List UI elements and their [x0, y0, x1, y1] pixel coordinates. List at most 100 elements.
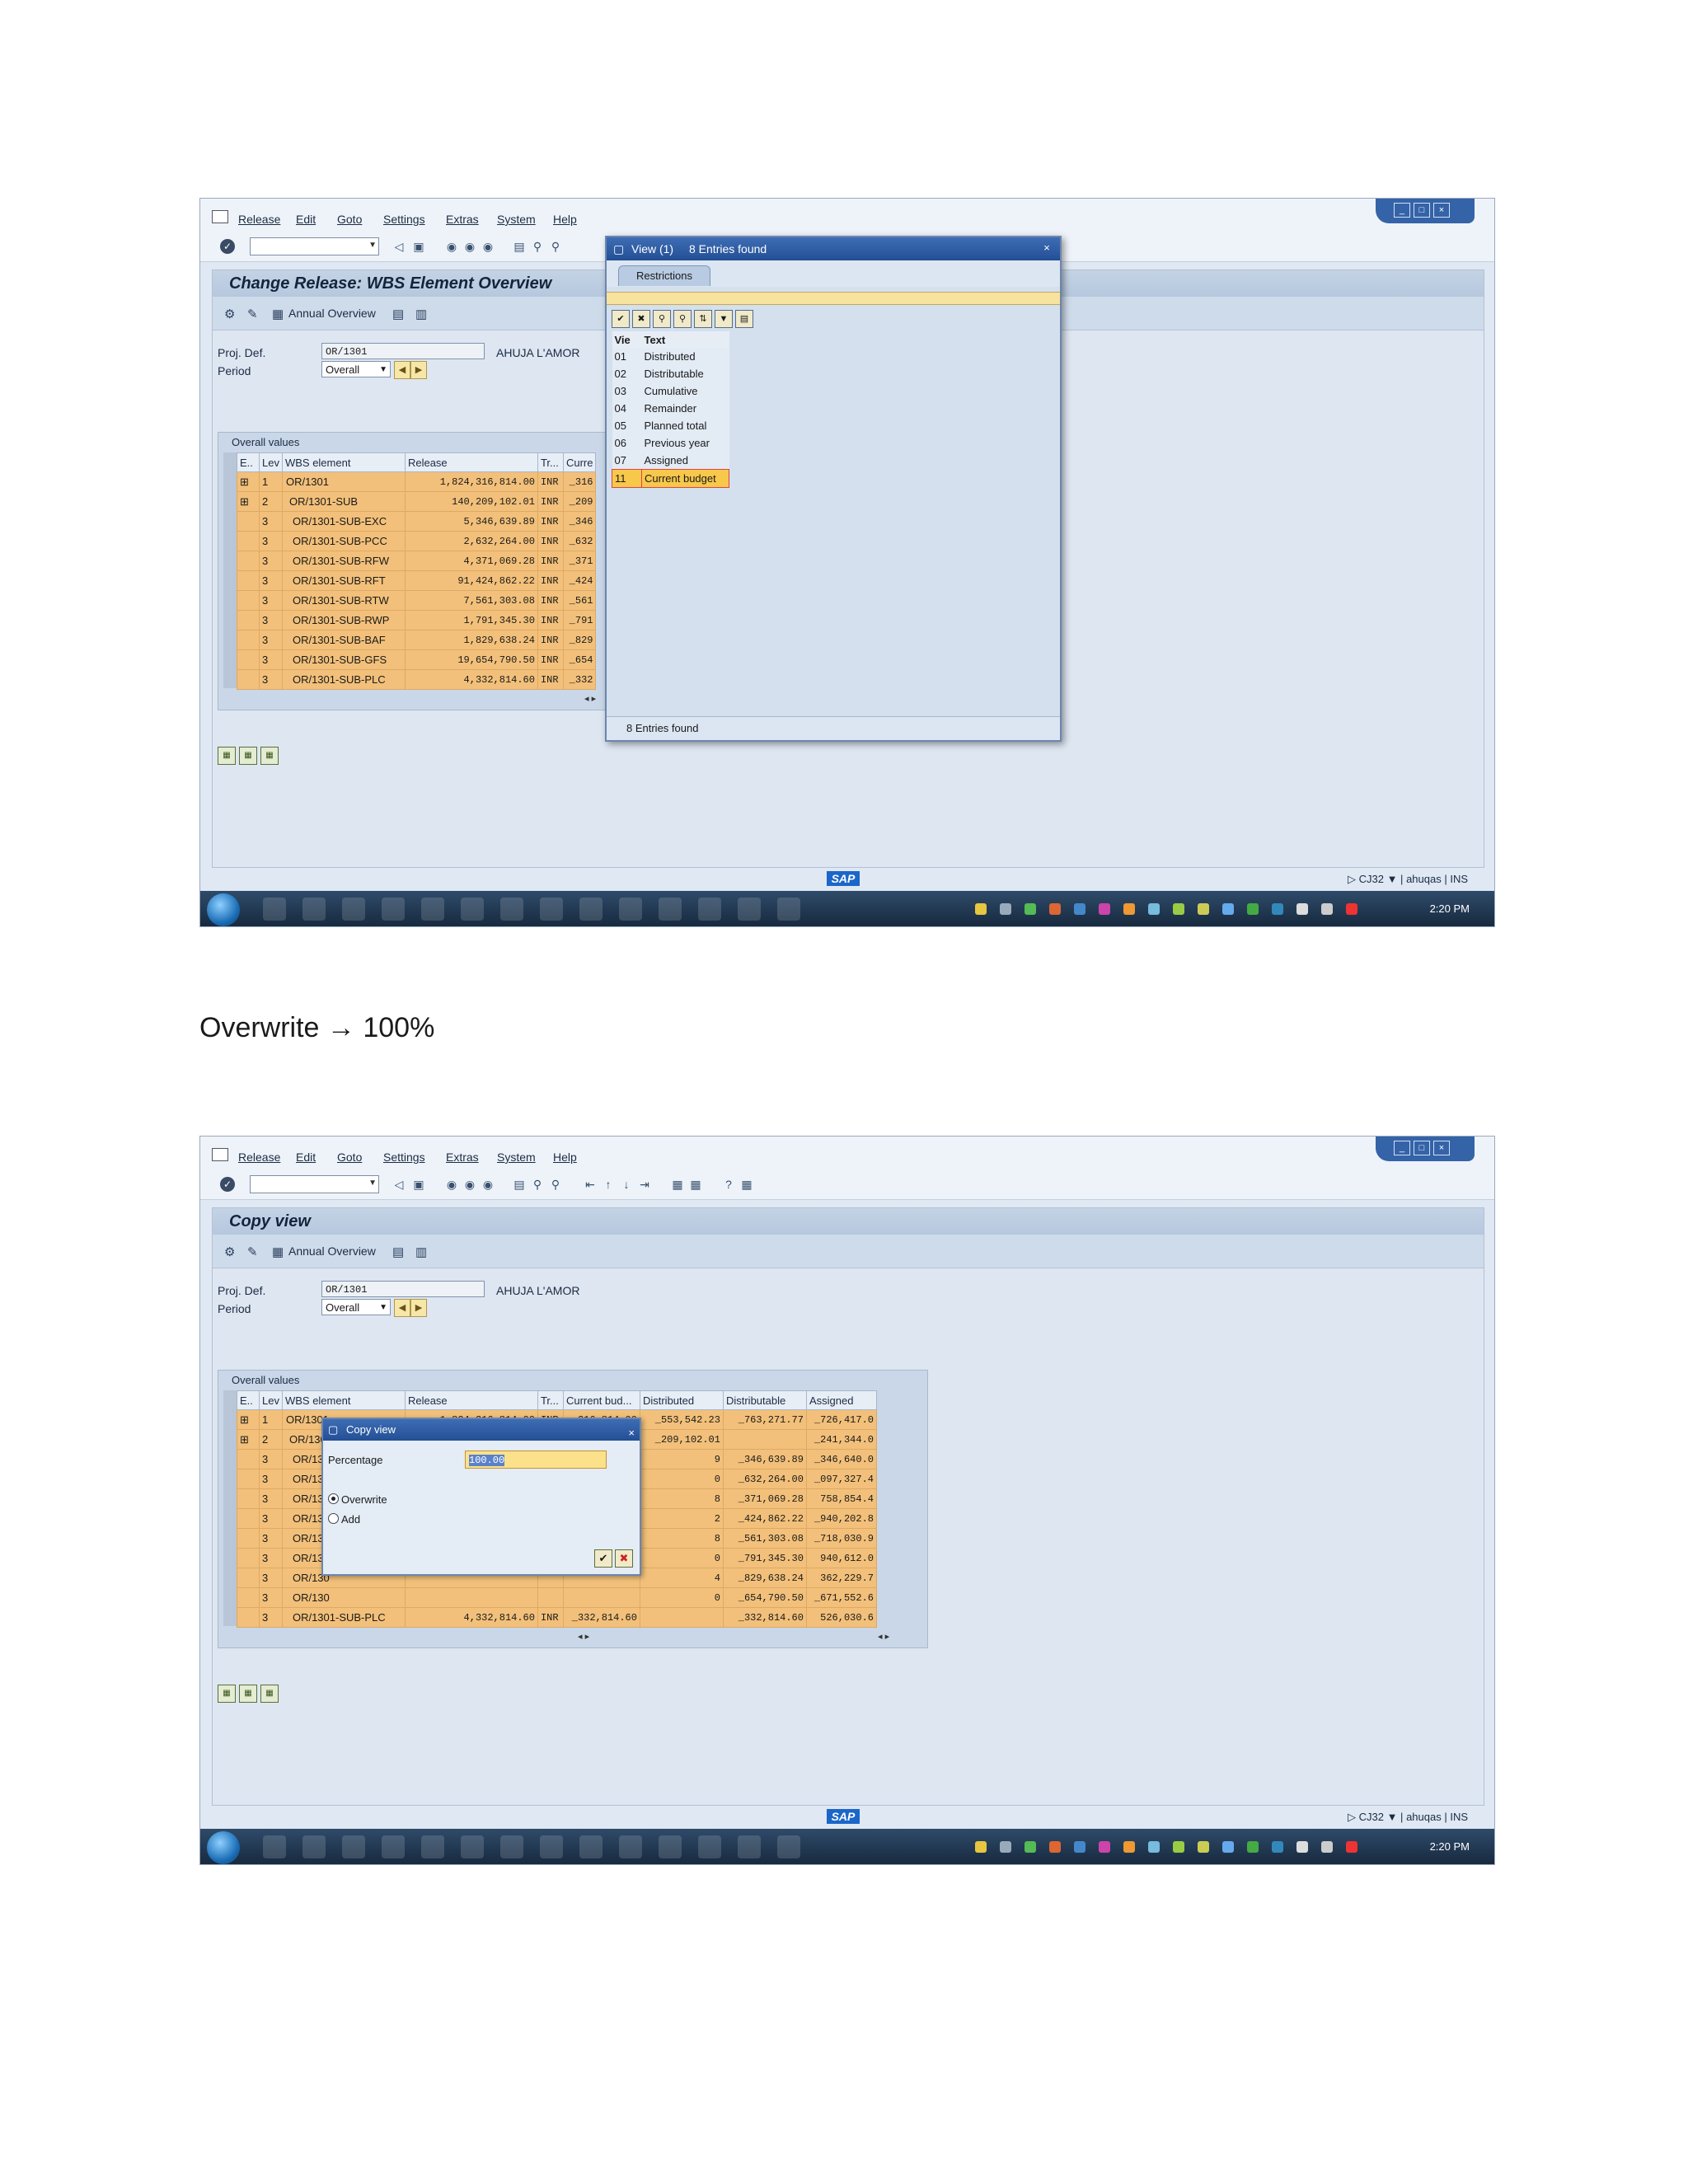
col-release[interactable]: Release [404, 452, 538, 472]
col-lev[interactable]: Lev [259, 452, 283, 472]
input-mode[interactable]: INS [1450, 873, 1468, 885]
current-cell[interactable]: _829 [562, 630, 597, 650]
period-select[interactable]: Overall ▼ [321, 1299, 391, 1315]
release-cell[interactable]: 5,346,639.89 [404, 511, 538, 532]
tray-icon[interactable] [1049, 903, 1061, 915]
taskbar-app-icon[interactable] [540, 898, 563, 921]
list-item[interactable]: 04 Remainder [612, 400, 729, 417]
distributed-cell[interactable]: 9 [639, 1449, 724, 1469]
start-icon[interactable] [207, 1831, 240, 1864]
wbs-cell[interactable]: OR/1301-SUB-PCC [281, 531, 406, 551]
col-tr[interactable]: Tr... [537, 1390, 564, 1410]
tray-icon[interactable] [1000, 903, 1011, 915]
tab-restrictions[interactable]: Restrictions [618, 265, 710, 286]
expand-cell[interactable]: ⊞ [237, 1409, 260, 1430]
distributable-cell[interactable]: _332,814.60 [722, 1607, 807, 1628]
list-item[interactable]: 06 Previous year [612, 434, 729, 452]
menu-settings[interactable]: Settings [383, 213, 425, 226]
distributed-cell[interactable]: _553,542.23 [639, 1409, 724, 1430]
expand-cell[interactable] [237, 1449, 260, 1469]
sort-icon[interactable]: ⇅ [694, 310, 712, 328]
table-row[interactable]: 3 OR/1301-SUB-RFW 4,371,069.28 INR _371 [237, 551, 597, 571]
expand-cell[interactable] [237, 669, 260, 690]
window-icon[interactable] [212, 210, 228, 223]
tray-icon[interactable] [1123, 903, 1135, 915]
window-icon[interactable] [212, 1148, 228, 1161]
current-cell[interactable]: _371 [562, 551, 597, 571]
wbs-cell[interactable]: OR/1301-SUB-BAF [281, 630, 406, 650]
network-icon[interactable] [1296, 903, 1308, 915]
menu-goto[interactable]: Goto [337, 213, 362, 226]
annual-overview-icon[interactable]: ▦ [272, 307, 284, 321]
taskbar-app-icon[interactable] [342, 1835, 365, 1858]
col-distributed[interactable]: Distributed [639, 1390, 724, 1410]
close-icon[interactable]: × [628, 1422, 635, 1444]
distributable-cell[interactable]: _654,790.50 [722, 1587, 807, 1608]
release-cell[interactable]: 1,824,316,814.00 [404, 471, 538, 492]
wbs-cell[interactable]: OR/1301-SUB-RFT [281, 570, 406, 591]
list-item[interactable]: 05 Planned total [612, 417, 729, 434]
wbs-cell[interactable]: OR/1301-SUB-GFS [281, 649, 406, 670]
taskbar-app-icon[interactable] [659, 898, 682, 921]
tray-icon[interactable] [1272, 1841, 1283, 1853]
last-page-icon[interactable]: ⇥ [637, 1177, 652, 1192]
distributed-cell[interactable]: 8 [639, 1528, 724, 1549]
distributable-cell[interactable]: _346,639.89 [722, 1449, 807, 1469]
confirm-icon[interactable]: ✔ [612, 310, 630, 328]
col-lev[interactable]: Lev [259, 1390, 283, 1410]
taskbar-app-icon[interactable] [579, 898, 603, 921]
table-row[interactable]: 3 OR/130 0 _654,790.50 _671,552.6 [237, 1587, 877, 1608]
tray-icon[interactable] [1074, 903, 1085, 915]
current-cell[interactable]: _791 [562, 610, 597, 630]
close-icon[interactable]: × [1040, 241, 1053, 255]
assigned-cell[interactable]: _241,344.0 [805, 1429, 877, 1450]
restore-icon[interactable]: □ [1414, 203, 1430, 218]
table-row[interactable]: 3 OR/1301-SUB-PLC 4,332,814.60 INR _332 [237, 669, 597, 690]
close-icon[interactable]: × [1433, 203, 1450, 218]
volume-icon[interactable] [1321, 903, 1333, 915]
annual-overview-icon[interactable]: ▦ [272, 1244, 284, 1259]
transaction-code[interactable]: CJ32 [1359, 1811, 1384, 1823]
table-row[interactable]: 3 OR/1301-SUB-RTW 7,561,303.08 INR _561 [237, 590, 597, 611]
scroll-arrows[interactable]: ◂ ▸ [584, 693, 596, 704]
tray-icon[interactable] [1198, 1841, 1209, 1853]
info-icon[interactable]: ▥ [415, 307, 427, 321]
menu-edit[interactable]: Edit [296, 1151, 316, 1164]
find-next-icon[interactable]: ⚲ [548, 239, 563, 254]
print-icon[interactable]: ▤ [512, 239, 527, 254]
release-cell[interactable]: 1,791,345.30 [404, 610, 538, 630]
print-icon[interactable]: ▤ [735, 310, 753, 328]
assigned-cell[interactable]: _940,202.8 [805, 1508, 877, 1529]
release-cell[interactable]: 7,561,303.08 [404, 590, 538, 611]
expand-icon[interactable]: ▦ [218, 747, 236, 765]
col-assigned[interactable]: Assigned [805, 1390, 877, 1410]
expand-cell[interactable]: ⊞ [237, 471, 260, 492]
restore-icon[interactable]: □ [1414, 1141, 1430, 1155]
menu-system[interactable]: System [497, 213, 536, 226]
collapse-icon[interactable]: ▦ [239, 747, 257, 765]
row-selector-column[interactable] [223, 452, 237, 688]
table-row[interactable]: ⊞ 2 OR/1301-SUB 140,209,102.01 INR _209 [237, 491, 597, 512]
col-current-budget[interactable]: Current bud... [562, 1390, 640, 1410]
expand-cell[interactable] [237, 1508, 260, 1529]
find-next-icon[interactable]: ⚲ [548, 1177, 563, 1192]
info-icon[interactable]: ▥ [415, 1244, 427, 1259]
wbs-cell[interactable]: OR/1301-SUB-RWP [281, 610, 406, 630]
distributable-cell[interactable]: _371,069.28 [722, 1488, 807, 1509]
back-icon[interactable]: ◉ [444, 1177, 459, 1192]
edit-icon[interactable]: ✎ [247, 307, 258, 321]
taskbar-app-icon[interactable] [263, 1835, 286, 1858]
menu-settings[interactable]: Settings [383, 1151, 425, 1164]
close-icon[interactable]: × [1433, 1141, 1450, 1155]
current-cell[interactable]: _316 [562, 471, 597, 492]
expand-cell[interactable] [237, 531, 260, 551]
find-icon[interactable]: ⚲ [530, 1177, 545, 1192]
assigned-cell[interactable]: 940,612.0 [805, 1548, 877, 1568]
distributable-cell[interactable]: _632,264.00 [722, 1469, 807, 1489]
expand-cell[interactable] [237, 1469, 260, 1489]
menu-release[interactable]: Release [238, 213, 280, 226]
tray-icon[interactable] [1247, 1841, 1259, 1853]
menu-goto[interactable]: Goto [337, 1151, 362, 1164]
release-cell[interactable]: 2,632,264.00 [404, 531, 538, 551]
taskbar-app-icon[interactable] [461, 1835, 484, 1858]
